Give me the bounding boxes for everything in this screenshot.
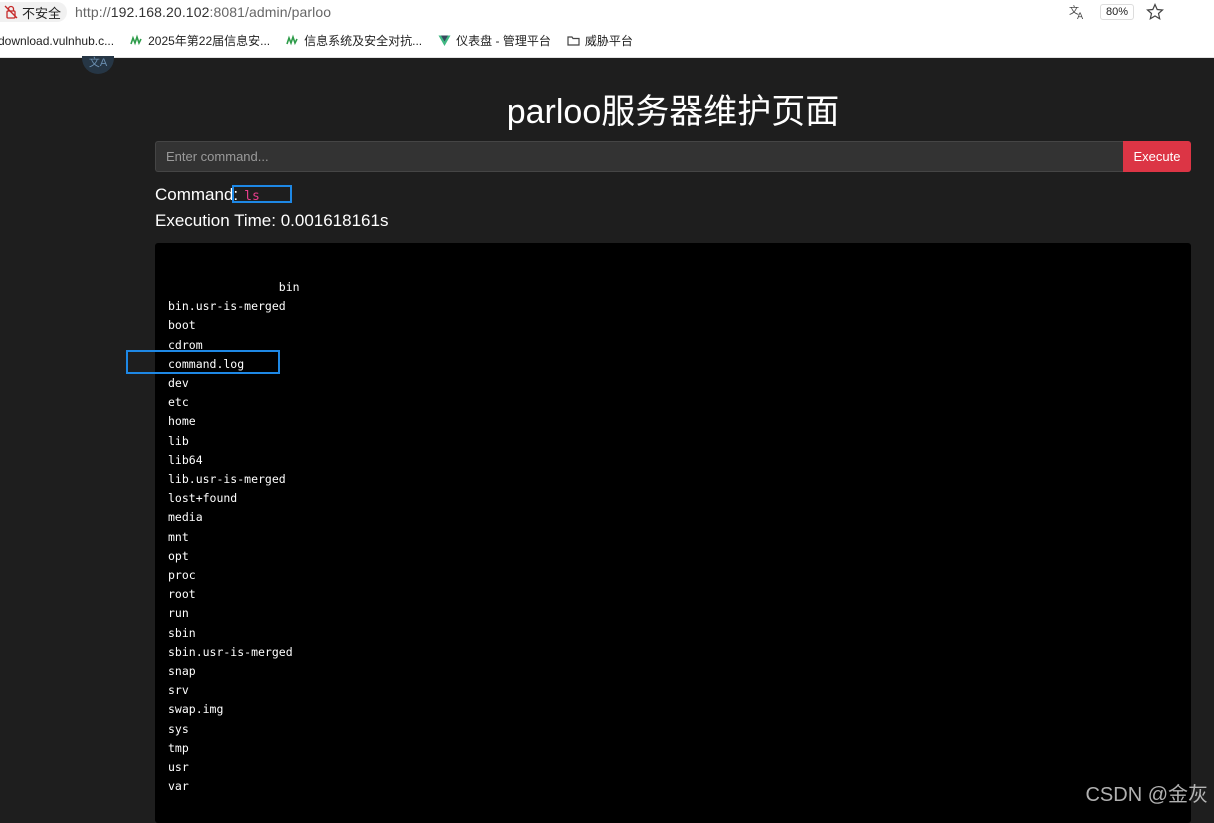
site-icon [130,34,142,46]
folder-icon [567,36,580,46]
bookmark-infosec-contest[interactable]: 2025年第22届信息安... [130,32,270,49]
command-input[interactable] [155,141,1123,172]
execution-time-value: 0.001618161s [280,211,389,230]
bookmark-folder-threat-platform[interactable]: 威胁平台 [567,32,633,49]
url-field[interactable]: http://192.168.20.102:8081/admin/parloo [75,4,331,20]
bookmark-label: 威胁平台 [584,34,633,48]
bookmark-label: download.vulnhub.c... [0,33,115,48]
site-icon [286,34,298,46]
security-label: 不安全 [22,5,62,21]
bookmark-infosys-security[interactable]: 信息系统及安全对抗... [286,32,422,49]
svg-text:A: A [1077,12,1084,21]
url-host: 192.168.20.102 [110,4,210,20]
page-content: 文A parloo服务器维护页面 Execute Command: ls Exec… [0,56,1214,823]
command-value: ls [244,189,260,204]
address-bar-actions: 文 A 80% [1068,0,1164,24]
bookmark-label: 仪表盘 - 管理平台 [456,34,551,48]
bookmark-star-icon[interactable] [1146,3,1164,21]
vue-icon [438,35,451,46]
command-output: bin bin.usr-is-merged boot cdrom command… [168,280,300,794]
bookmarks-bar: download.vulnhub.c... 2025年第22届信息安... 信息… [0,24,1214,58]
execute-button[interactable]: Execute [1123,141,1191,172]
execution-time-line: Execution Time: 0.001618161s [155,211,388,231]
bookmark-label: 信息系统及安全对抗... [304,34,423,48]
command-output-panel: bin bin.usr-is-merged boot cdrom command… [155,243,1191,823]
security-indicator[interactable]: 不安全 [0,2,68,22]
translate-icon[interactable]: 文 A [1068,3,1086,21]
url-path: :8081/admin/parloo [209,4,332,20]
watermark: CSDN @金灰 [1085,784,1208,806]
address-bar: 不安全 http://192.168.20.102:8081/admin/par… [0,0,1214,24]
floating-translate-icon[interactable]: 文A [82,56,114,74]
bookmark-label: 2025年第22届信息安... [148,34,271,48]
execution-time-label: Execution Time: [155,211,276,230]
zoom-indicator[interactable]: 80% [1099,4,1134,20]
command-form: Execute [155,141,1191,172]
command-label: Command: [155,185,239,204]
page-title: parloo服务器维护页面 [506,93,840,131]
bookmark-dashboard[interactable]: 仪表盘 - 管理平台 [438,32,551,49]
bookmark-vulnhub[interactable]: download.vulnhub.c... [0,34,114,48]
command-line: Command: ls [155,185,260,205]
url-scheme: http:// [75,4,111,20]
not-secure-icon [4,5,18,19]
